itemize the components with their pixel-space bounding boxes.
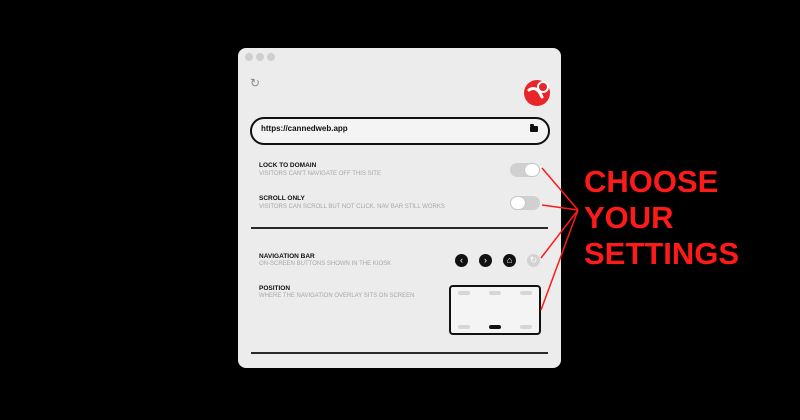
annotation-line: CHOOSE <box>584 164 719 199</box>
arrow-to-lock-toggle <box>541 167 579 211</box>
arrow-to-position-picker <box>540 209 579 311</box>
arrow-to-scroll-toggle <box>541 204 579 211</box>
arrow-to-nav-buttons <box>540 209 579 259</box>
annotation-line: YOUR <box>584 200 674 235</box>
annotation-line: SETTINGS <box>584 236 740 271</box>
annotation-text: CHOOSE YOUR SETTINGS <box>584 164 794 272</box>
